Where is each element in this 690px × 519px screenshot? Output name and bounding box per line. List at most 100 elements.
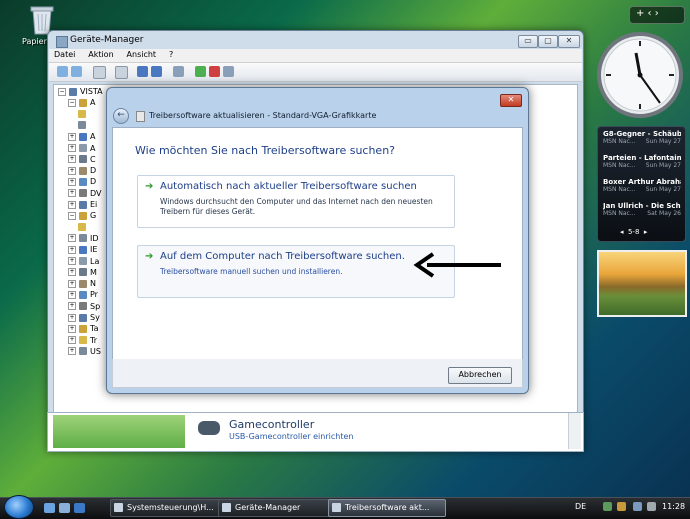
tree-item[interactable]: + N (68, 279, 96, 290)
dialog-content: Wie möchten Sie nach Treibersoftware suc… (112, 127, 523, 360)
tree-item[interactable]: + Ta (68, 324, 98, 335)
option-description: Treibersoftware manuell suchen und insta… (160, 267, 343, 276)
gamecontroller-setup-link[interactable]: USB-Gamecontroller einrichten (229, 432, 353, 441)
forward-icon[interactable] (71, 66, 82, 77)
slideshow-gadget[interactable] (597, 250, 687, 317)
device-category-icon (79, 144, 87, 152)
back-icon[interactable] (57, 66, 68, 77)
tree-item[interactable]: + ID (68, 234, 99, 245)
tray-icon[interactable] (617, 502, 626, 511)
expand-toggle-icon[interactable]: + (68, 336, 76, 345)
clock-gadget[interactable] (596, 31, 684, 119)
option-auto-search[interactable]: ➔ Automatisch nach aktueller Treibersoft… (137, 175, 455, 228)
language-indicator[interactable]: DE (575, 502, 586, 511)
tree-item[interactable]: − G (68, 211, 96, 222)
clock-time[interactable]: 11:28 (662, 502, 685, 511)
dialog-close-button[interactable]: ✕ (500, 94, 522, 107)
switch-windows-icon[interactable] (59, 503, 70, 513)
scrollbar[interactable] (568, 413, 581, 449)
window-title: Geräte-Manager (70, 35, 144, 45)
close-button[interactable]: ✕ (558, 35, 580, 48)
uninstall-icon[interactable] (209, 66, 220, 77)
expand-toggle-icon[interactable]: + (68, 200, 76, 209)
taskbar-item-geraete-manager[interactable]: Geräte-Manager (218, 499, 338, 517)
news-item[interactable]: Parteien - Lafontaine MSN Nac... Sun May … (603, 154, 681, 169)
expand-toggle-icon[interactable]: + (68, 144, 76, 152)
expand-toggle-icon[interactable]: − (68, 211, 76, 220)
tree-item[interactable]: + IE (68, 245, 97, 256)
network-icon[interactable] (633, 502, 642, 511)
expand-toggle-icon[interactable]: + (68, 302, 76, 311)
menu-aktion[interactable]: Aktion (83, 49, 118, 60)
tree-item[interactable]: + Sy (68, 313, 100, 324)
expand-toggle-icon[interactable]: + (68, 290, 76, 299)
expand-toggle-icon[interactable]: + (68, 189, 76, 198)
start-button[interactable] (4, 495, 34, 519)
taskbar-item-treibersoftware[interactable]: Treibersoftware akt... (328, 499, 446, 517)
expand-toggle-icon[interactable]: + (68, 313, 76, 322)
expand-toggle-icon[interactable]: + (68, 245, 76, 254)
tree-item[interactable]: + A (68, 132, 95, 143)
expand-toggle-icon[interactable]: − (58, 87, 66, 96)
tray-icon[interactable] (603, 502, 612, 511)
news-item[interactable]: Boxer Arthur Abraha MSN Nac... Sun May 27 (603, 178, 681, 193)
tree-item[interactable]: + A (68, 144, 95, 155)
expand-toggle-icon[interactable]: + (68, 257, 76, 265)
option-browse-computer[interactable]: ➔ Auf dem Computer nach Treibersoftware … (137, 245, 455, 298)
disable-icon[interactable] (223, 66, 234, 77)
tree-item[interactable]: + M (68, 268, 97, 279)
back-button[interactable]: ← (113, 108, 129, 124)
tree-item[interactable]: − A (68, 98, 95, 109)
expand-toggle-icon[interactable]: + (68, 324, 76, 333)
minimize-button[interactable]: ▭ (518, 35, 538, 48)
tree-item[interactable]: + Pr (68, 290, 98, 301)
expand-toggle-icon[interactable]: + (68, 155, 76, 164)
tree-item[interactable]: + US (68, 347, 101, 358)
update-driver-dialog: ← Treibersoftware aktualisieren - Standa… (106, 87, 529, 394)
tree-view-icon[interactable] (93, 66, 106, 79)
expand-toggle-icon[interactable]: + (68, 347, 76, 356)
update-driver-icon[interactable] (195, 66, 206, 77)
internet-explorer-icon[interactable] (74, 503, 85, 513)
tree-item[interactable]: + La (68, 257, 99, 268)
volume-icon[interactable] (647, 502, 656, 511)
expand-toggle-icon[interactable]: + (68, 132, 76, 141)
tree-item[interactable]: + D (68, 177, 96, 188)
gamecontroller-link[interactable]: Gamecontroller (229, 418, 314, 431)
help-icon[interactable] (151, 66, 162, 77)
news-item[interactable]: Jan Ullrich - Die Schli MSN Nac... Sat Ma… (603, 202, 681, 217)
expand-toggle-icon[interactable]: + (68, 268, 76, 277)
menu-help[interactable]: ? (164, 49, 178, 60)
tree-item[interactable] (78, 110, 89, 121)
tree-item[interactable]: + DV (68, 189, 102, 200)
tree-item[interactable] (78, 223, 89, 234)
tree-item[interactable]: + D (68, 166, 96, 177)
taskbar-item-systemsteuerung[interactable]: Systemsteuerung\H... (110, 499, 226, 517)
expand-toggle-icon[interactable]: + (68, 177, 76, 186)
tree-item[interactable]: − VISTA (58, 87, 103, 98)
news-item[interactable]: G8-Gegner - Schäubl MSN Nac... Sun May 27 (603, 130, 681, 145)
scan-hardware-icon[interactable] (173, 66, 184, 77)
tree-item-label: Ta (90, 324, 99, 334)
sidebar-controls[interactable]: + ‹ › (629, 6, 685, 24)
expand-toggle-icon[interactable]: + (68, 166, 76, 175)
menu-ansicht[interactable]: Ansicht (122, 49, 162, 60)
expand-toggle-icon[interactable]: − (68, 98, 76, 107)
menu-datei[interactable]: Datei (49, 49, 80, 60)
maximize-button[interactable]: ▢ (538, 35, 558, 48)
news-meta: MSN Nac... Sun May 27 (603, 186, 681, 193)
tree-item[interactable]: + Tr (68, 336, 97, 347)
tree-item-label: US (90, 346, 101, 356)
expand-toggle-icon[interactable]: + (68, 279, 76, 288)
tree-item[interactable]: + C (68, 155, 96, 166)
device-category-icon (79, 336, 87, 345)
properties-icon[interactable] (137, 66, 148, 77)
show-desktop-icon[interactable] (44, 503, 55, 513)
cancel-button[interactable]: Abbrechen (448, 367, 512, 384)
tree-item[interactable]: + Ei (68, 200, 97, 211)
show-hide-icon[interactable] (115, 66, 128, 79)
news-pager[interactable]: ◂ 5-8 ▸ (620, 228, 647, 236)
tree-item[interactable]: + Sp (68, 302, 100, 313)
tree-item[interactable] (78, 121, 89, 132)
expand-toggle-icon[interactable]: + (68, 234, 76, 243)
